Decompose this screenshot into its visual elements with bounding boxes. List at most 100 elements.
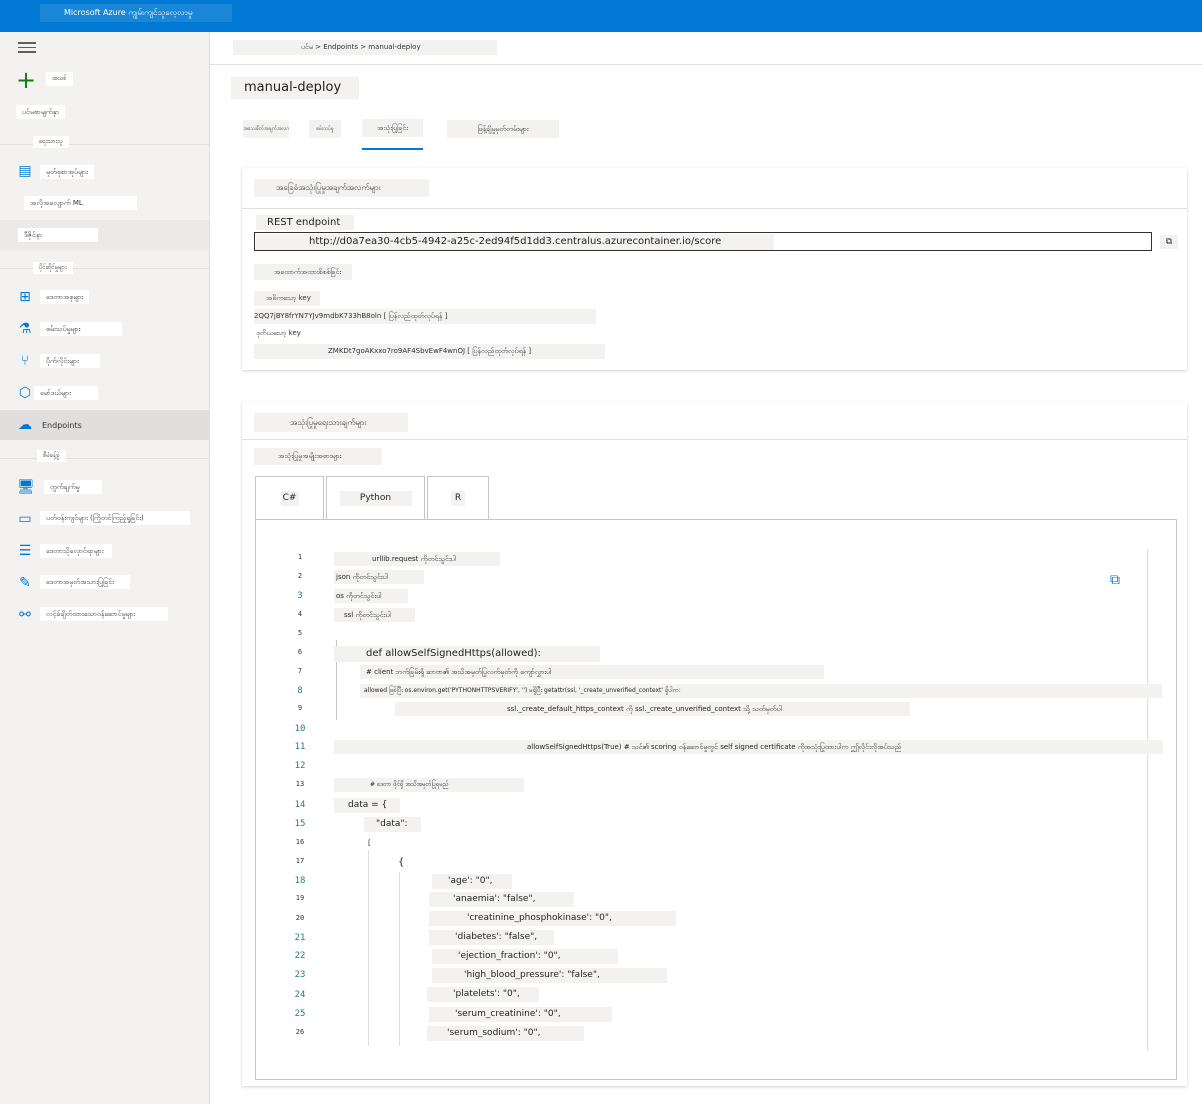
- sidebar-item-notebooks[interactable]: မှတ်စုစာအုပ်များ: [40, 165, 94, 179]
- tab-selected-indicator: [362, 148, 423, 150]
- home-link[interactable]: ပင်မစာမျက်နှာ: [16, 105, 66, 119]
- labeling-icon: ✎: [19, 575, 31, 591]
- linked-services-icon: ⚯: [19, 607, 31, 623]
- primary-key-value[interactable]: 2QQ7jBY8frYN7YJv9mdbK733hB8oln [ ပြန်လည်…: [254, 309, 596, 324]
- notebook-icon: ▤: [18, 163, 32, 179]
- sidebar-divider: [0, 144, 209, 145]
- code-line: 'creatinine_phosphokinase': "0",: [429, 911, 676, 926]
- line-number: 24: [294, 990, 306, 1000]
- sidebar: + အသစ် ပင်မစာမျက်နှာ ရေးသားသူ ▤ မှတ်စုစာ…: [0, 32, 210, 1104]
- rest-endpoint-label: REST endpoint: [256, 215, 354, 230]
- secondary-key-value[interactable]: ZMKDt7goAKxxo7ro9AF4SbvEwF4wnOJ [ ပြန်လည…: [254, 344, 605, 359]
- sidebar-item-designer[interactable]: ဒီဇိုင်နာ: [18, 228, 98, 242]
- copy-endpoint-button[interactable]: ⧉: [1160, 235, 1178, 249]
- code-line: 'high_blood_pressure': "false",: [432, 968, 667, 983]
- tab-test[interactable]: စမ်းသပ်မှု: [309, 120, 341, 138]
- line-number: 5: [297, 629, 303, 637]
- hamburger-menu-icon[interactable]: [18, 42, 36, 56]
- breadcrumb[interactable]: ပင်မ > Endpoints > manual-deploy: [233, 40, 497, 55]
- code-line: 'platelets': "0",: [427, 987, 539, 1002]
- code-line: urllib.request ကိုတင်သွင်းပါ: [334, 552, 500, 566]
- models-icon: ⬡: [18, 385, 32, 401]
- new-button[interactable]: အသစ်: [46, 72, 73, 86]
- line-number: 23: [294, 970, 306, 980]
- line-number: 8: [297, 686, 303, 696]
- section-author-label: ရေးသားသူ: [33, 136, 69, 148]
- line-number: 26: [295, 1028, 305, 1036]
- line-number: 10: [294, 724, 306, 734]
- tab-consume[interactable]: အသုံးပြုခြင်း: [362, 119, 423, 137]
- sidebar-item-experiments[interactable]: စမ်းသပ်မှုများ: [40, 322, 122, 336]
- tab-deployment-logs[interactable]: ဖြန့်ချိမှုမှတ်တမ်းများ: [447, 120, 559, 138]
- code-overflow-mask: [256, 1046, 1146, 1056]
- code-line: 'serum_sodium': "0",: [427, 1026, 584, 1041]
- app-title[interactable]: Microsoft Azure ကျွမ်းကျင်သူလေ့လာမှု: [40, 4, 232, 22]
- sidebar-divider: [0, 458, 209, 459]
- code-line: data = {: [334, 798, 400, 813]
- environments-icon: ▭: [18, 511, 32, 527]
- lang-tab-csharp[interactable]: C#: [255, 476, 324, 519]
- lang-tab-label: C#: [280, 491, 299, 506]
- code-line: 'ejection_fraction': "0",: [432, 949, 618, 964]
- indent-guide: [399, 872, 400, 1050]
- header-divider: [210, 64, 1202, 65]
- line-number: 4: [297, 610, 303, 618]
- line-number: 1: [297, 553, 303, 561]
- line-number: 9: [297, 704, 303, 712]
- script-subtitle: အသုံးပြုမှုအမျိုးအစားများ: [254, 448, 382, 465]
- line-number: 22: [294, 951, 306, 961]
- code-line: {: [396, 855, 410, 871]
- sidebar-item-models[interactable]: မော်ဒယ်များ: [34, 386, 98, 400]
- basic-consumption-card: [242, 168, 1187, 370]
- code-line: ssl ကိုတင်သွင်းပါ: [334, 608, 415, 622]
- lang-tab-label: Python: [339, 491, 412, 506]
- line-number: 3: [297, 591, 303, 601]
- code-line: "data":: [364, 817, 421, 832]
- script-title: အသုံးပြုမှုရေးသားချက်များ: [254, 413, 408, 432]
- tab-details[interactable]: အသေးစိတ်အချက်အလက်: [243, 120, 289, 138]
- rest-endpoint-value[interactable]: http://d0a7ea30-4cb5-4942-a25c-2ed94f5d1…: [256, 234, 774, 250]
- lang-tab-python[interactable]: Python: [326, 476, 425, 519]
- sidebar-item-labeling[interactable]: ဒေတာအမှတ်အသားပြုခြင်း: [40, 575, 130, 589]
- copy-icon[interactable]: ⧉: [1110, 572, 1126, 588]
- sidebar-item-endpoints[interactable]: Endpoints: [36, 419, 109, 433]
- line-number: 13: [295, 780, 305, 788]
- datasets-icon: ⊞: [19, 289, 31, 305]
- secondary-key-label: ဒုတိယသော့ key: [254, 326, 338, 341]
- section-assets-label: ပိုင်ဆိုင်မှုများ: [33, 262, 73, 274]
- code-line: 'serum_creatinine': "0",: [429, 1007, 612, 1022]
- indent-guide: [368, 838, 369, 1048]
- lang-tab-label: R: [451, 491, 465, 506]
- sidebar-item-environments[interactable]: ပတ်ဝန်းကျင်များ (ကြိုတင်ကြည့်ရှုခြင်း): [40, 511, 190, 525]
- code-line: # client ဘက်ခြမ်းရှိ ဆာဗာ၏ အသိအမှတ်ပြုလက…: [360, 665, 824, 679]
- line-number: 21: [294, 933, 306, 943]
- line-number: 7: [297, 667, 303, 675]
- plus-icon[interactable]: +: [16, 68, 36, 92]
- lang-tab-r[interactable]: R: [427, 476, 489, 519]
- top-bar: Microsoft Azure ကျွမ်းကျင်သူလေ့လာမှု: [0, 0, 1202, 32]
- sidebar-divider: [0, 268, 209, 269]
- line-number: 19: [295, 894, 305, 902]
- sidebar-item-datasets[interactable]: ဒေတာအစုများ: [40, 290, 89, 304]
- sidebar-item-automl[interactable]: အလိုအလျောက် ML: [24, 196, 137, 210]
- code-line: json ကိုတင်သွင်းပါ: [334, 570, 424, 584]
- code-line: allowed ဖြစ်ပြီး os.environ.get('PYTHONH…: [360, 684, 1162, 698]
- code-line: os ကိုတင်သွင်းပါ: [334, 589, 408, 603]
- code-line: def allowSelfSignedHttps(allowed):: [334, 646, 600, 662]
- sidebar-item-linked-services[interactable]: လင့်ခ်ချိတ်ထားသောဝန်ဆောင်မှုများ: [40, 607, 168, 621]
- sidebar-item-pipelines[interactable]: ပိုက်လိုင်းများ: [40, 354, 100, 368]
- sidebar-item-datastores[interactable]: ဒေတာသိုလှောင်ရာများ: [40, 544, 112, 558]
- line-number: 14: [294, 800, 306, 810]
- code-line: 'age': "0",: [432, 874, 512, 889]
- sidebar-item-compute[interactable]: တွက်ချက်မှု: [44, 480, 102, 494]
- section-manage-label: စီမံခန့်ခွဲ: [37, 450, 66, 462]
- code-line: 'diabetes': "false",: [429, 930, 554, 945]
- code-line: # ဒေတာ ဖိုင်ရှိ အသိအမှတ်ပြုရမည်: [334, 778, 524, 792]
- line-number: 6: [297, 648, 303, 656]
- code-scrollbar[interactable]: [1147, 549, 1161, 1051]
- line-number: 18: [294, 876, 306, 886]
- code-line: [: [366, 836, 376, 850]
- line-number: 15: [294, 819, 306, 829]
- page-title: manual-deploy: [231, 77, 359, 99]
- pipelines-icon: ⑂: [20, 353, 30, 369]
